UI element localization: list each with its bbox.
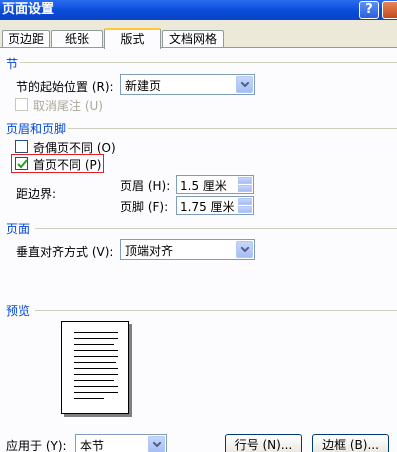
footer-distance-label: 页脚 (F): (120, 200, 169, 214)
chevron-down-icon (236, 76, 253, 93)
preview-line (74, 398, 104, 399)
header-distance-label: 页眉 (H): (120, 179, 171, 193)
tab-layout[interactable]: 版式 (104, 28, 161, 49)
apply-to-label: 应用于 (Y): (6, 439, 67, 452)
header-distance-spinner[interactable]: 1.5 厘米 (176, 175, 254, 194)
section-start-value: 新建页 (125, 79, 162, 93)
checkmark-icon (17, 159, 28, 169)
divider (35, 228, 397, 229)
tab-paper[interactable]: 纸张 (51, 30, 103, 48)
vertical-align-value: 顶端对齐 (125, 244, 174, 258)
preview-line (74, 332, 118, 333)
chevron-down-icon (148, 436, 165, 452)
headers-footers-heading: 页眉和页脚 (6, 122, 67, 136)
apply-to-select[interactable]: 本节 (75, 434, 167, 452)
spin-up-icon[interactable] (238, 177, 252, 184)
footer-distance-value: 1.75 厘米 (180, 200, 235, 214)
preview-line (74, 362, 116, 363)
spin-down-icon[interactable] (238, 185, 252, 192)
help-button[interactable]: ? (359, 1, 379, 19)
tab-margins[interactable]: 页边距 (2, 30, 50, 48)
window-title: 页面设置 (2, 2, 55, 17)
section-start-label: 节的起始位置 (R): (16, 80, 114, 94)
suppress-endnotes-label: 取消尾注 (U) (33, 99, 103, 113)
divider (68, 128, 397, 129)
preview-line (74, 356, 118, 357)
preview-line (74, 350, 118, 351)
preview-line (74, 368, 118, 369)
preview-heading: 预览 (6, 304, 31, 318)
preview-line (74, 374, 118, 375)
suppress-endnotes-checkbox[interactable] (15, 98, 28, 111)
divider (35, 310, 397, 311)
apply-to-value: 本节 (80, 439, 105, 452)
section-heading: 节 (6, 57, 19, 71)
title-bar: 页面设置 ? (0, 0, 397, 20)
header-distance-value: 1.5 厘米 (180, 179, 227, 193)
preview-line (74, 392, 118, 393)
borders-button[interactable]: 边框 (B)... (312, 434, 389, 452)
spin-up-icon[interactable] (238, 198, 252, 205)
line-numbers-button[interactable]: 行号 (N)... (225, 434, 302, 452)
odd-even-checkbox[interactable] (15, 140, 28, 153)
footer-distance-spinner[interactable]: 1.75 厘米 (176, 196, 254, 215)
section-start-select[interactable]: 新建页 (120, 74, 255, 95)
first-page-label: 首页不同 (P) (33, 158, 102, 172)
vertical-align-label: 垂直对齐方式 (V): (16, 245, 114, 259)
preview-line (74, 386, 118, 387)
spin-down-icon[interactable] (238, 206, 252, 213)
tab-document-grid[interactable]: 文档网格 (162, 30, 224, 48)
help-icon: ? (365, 2, 373, 17)
from-edge-label: 距边界: (16, 187, 57, 201)
vertical-align-select[interactable]: 顶端对齐 (120, 239, 255, 260)
page-preview (61, 321, 129, 414)
divider (20, 62, 397, 63)
preview-line (74, 338, 118, 339)
chevron-down-icon (236, 241, 253, 258)
first-page-checkbox[interactable] (15, 157, 28, 170)
preview-line (74, 344, 114, 345)
preview-line (74, 380, 114, 381)
page-heading: 页面 (6, 222, 31, 236)
close-button[interactable] (382, 1, 397, 19)
